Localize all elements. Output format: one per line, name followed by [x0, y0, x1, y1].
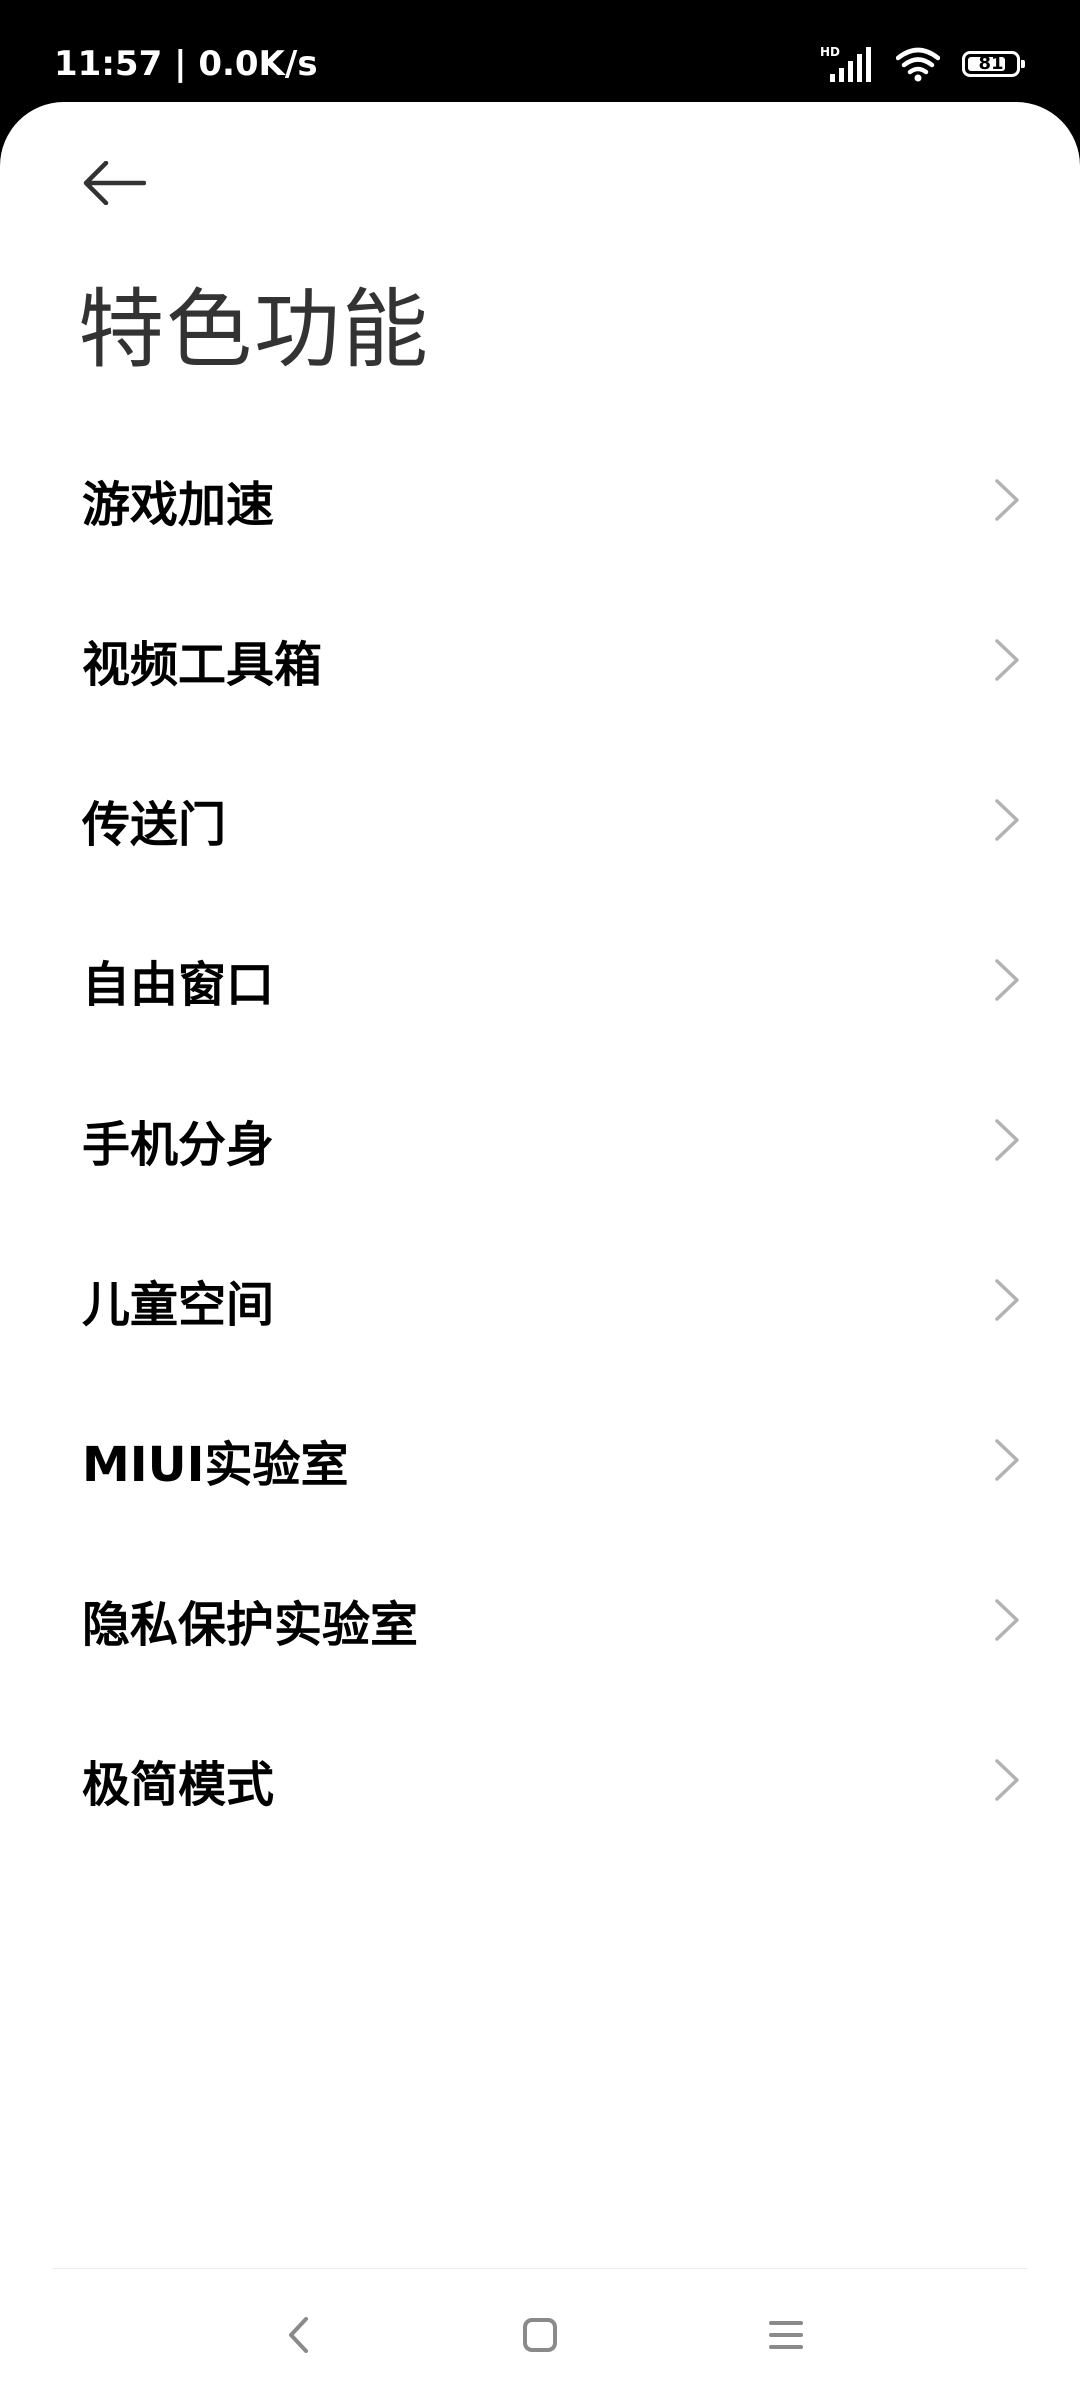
menu-item-label: 儿童空间 — [82, 1277, 275, 1333]
status-time-speed: 11:57 | 0.0K/s — [54, 44, 318, 84]
menu-item-label: 手机分身 — [82, 1117, 275, 1173]
nav-recents-icon — [769, 2321, 803, 2349]
nav-back-icon — [289, 2317, 308, 2353]
status-icons: HD 81 — [820, 44, 1025, 84]
menu-item-miui-lab[interactable]: MIUI实验室 — [0, 1380, 1080, 1540]
menu-item-label: 游戏加速 — [82, 477, 275, 533]
menu-item-label: 隐私保护实验室 — [82, 1597, 419, 1653]
nav-back-button[interactable] — [238, 2270, 358, 2400]
menu-item-privacy-lab[interactable]: 隐私保护实验室 — [0, 1540, 1080, 1700]
menu-item-free-window[interactable]: 自由窗口 — [0, 900, 1080, 1060]
menu-item-label: 传送门 — [82, 797, 227, 853]
menu-item-label: 视频工具箱 — [82, 637, 323, 693]
nav-divider — [52, 2268, 1028, 2269]
feature-menu-list: 游戏加速 视频工具箱 传送门 自由窗口 手机分身 儿童空间 MIUI实验室 隐私… — [0, 420, 1080, 1860]
menu-item-kids-space[interactable]: 儿童空间 — [0, 1220, 1080, 1380]
menu-item-second-space[interactable]: 手机分身 — [0, 1060, 1080, 1220]
chevron-right-icon — [995, 959, 1019, 1001]
chevron-right-icon — [995, 1119, 1019, 1161]
status-bar: 11:57 | 0.0K/s HD 81 — [0, 0, 1080, 105]
menu-item-lite-mode[interactable]: 极简模式 — [0, 1700, 1080, 1860]
chevron-right-icon — [995, 799, 1019, 841]
battery-icon: 81 — [962, 51, 1025, 77]
navigation-bar — [0, 2270, 1080, 2400]
menu-item-game-boost[interactable]: 游戏加速 — [0, 420, 1080, 580]
battery-level: 81 — [978, 53, 1004, 74]
wifi-icon — [896, 47, 940, 82]
hd-label: HD — [820, 45, 841, 59]
cellular-signal-icon: HD — [820, 44, 876, 84]
chevron-right-icon — [995, 1279, 1019, 1321]
menu-item-label: MIUI实验室 — [82, 1437, 349, 1493]
menu-item-portal[interactable]: 传送门 — [0, 740, 1080, 900]
back-button[interactable] — [62, 138, 172, 228]
menu-item-label: 自由窗口 — [82, 957, 275, 1013]
chevron-right-icon — [995, 1439, 1019, 1481]
chevron-right-icon — [995, 1599, 1019, 1641]
chevron-right-icon — [995, 639, 1019, 681]
nav-recents-button[interactable] — [726, 2270, 846, 2400]
battery-tip — [1021, 60, 1025, 68]
menu-item-video-toolbox[interactable]: 视频工具箱 — [0, 580, 1080, 740]
page-title: 特色功能 — [78, 280, 430, 380]
arrow-left-icon — [83, 161, 146, 205]
nav-home-icon — [523, 2318, 557, 2352]
chevron-right-icon — [995, 1759, 1019, 1801]
menu-item-label: 极简模式 — [82, 1757, 275, 1813]
nav-home-button[interactable] — [480, 2270, 600, 2400]
chevron-right-icon — [995, 479, 1019, 521]
